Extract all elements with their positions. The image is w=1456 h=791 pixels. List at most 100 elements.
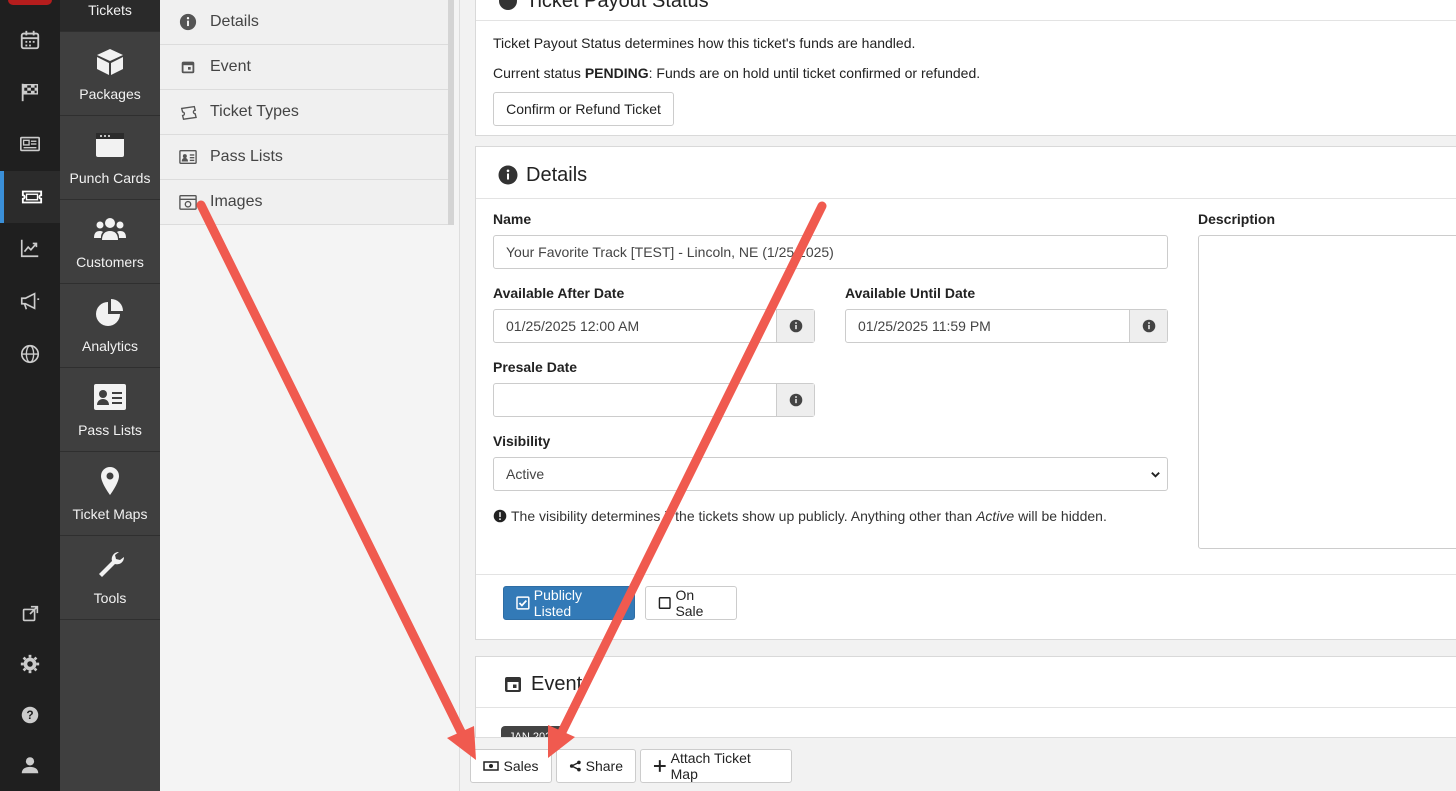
module-tools[interactable]: Tools bbox=[60, 536, 160, 620]
module-label: Tickets bbox=[88, 2, 132, 18]
section-nav-label: Details bbox=[210, 13, 259, 30]
name-label: Name bbox=[493, 211, 532, 227]
plus-icon bbox=[653, 760, 666, 772]
presale-label: Presale Date bbox=[493, 359, 578, 375]
module-label: Customers bbox=[76, 254, 144, 270]
payout-title: Ticket Payout Status bbox=[498, 0, 709, 13]
section-nav-label: Event bbox=[210, 58, 251, 75]
info-circle-icon bbox=[789, 319, 802, 333]
section-nav-label: Pass Lists bbox=[210, 148, 283, 165]
rail-tickets[interactable] bbox=[0, 171, 60, 223]
publicly-listed-toggle[interactable]: Publicly Listed bbox=[503, 586, 635, 620]
section-nav: Details Event Ticket Types Pass Lists Im… bbox=[160, 0, 460, 791]
info-circle-icon bbox=[498, 165, 518, 185]
section-nav-details[interactable]: Details bbox=[160, 0, 448, 45]
calendar-icon bbox=[505, 677, 521, 692]
section-nav-list: Details Event Ticket Types Pass Lists Im… bbox=[160, 0, 454, 225]
rail-analytics[interactable] bbox=[0, 222, 60, 274]
presale-info[interactable] bbox=[776, 384, 814, 416]
divider bbox=[476, 574, 1456, 575]
payout-panel: Ticket Payout Status Ticket Payout Statu… bbox=[475, 0, 1456, 136]
calendar-icon bbox=[20, 30, 40, 50]
rail-calendar[interactable] bbox=[0, 14, 60, 66]
newspaper-icon bbox=[20, 136, 40, 152]
divider bbox=[476, 707, 1456, 708]
rail-races[interactable] bbox=[0, 66, 60, 118]
section-nav-event[interactable]: Event bbox=[160, 45, 448, 90]
rail-marketing[interactable] bbox=[0, 275, 60, 327]
section-nav-label: Images bbox=[210, 193, 263, 210]
payout-status: Current status PENDING: Funds are on hol… bbox=[493, 65, 981, 81]
module-pass-lists[interactable]: Pass Lists bbox=[60, 368, 160, 452]
available-after-info[interactable] bbox=[776, 310, 814, 342]
info-circle-icon bbox=[789, 393, 802, 407]
megaphone-icon bbox=[20, 292, 40, 310]
available-until-input[interactable]: 01/25/2025 11:59 PM bbox=[845, 309, 1168, 343]
section-nav-label: Ticket Types bbox=[210, 103, 299, 120]
available-after-label: Available After Date bbox=[493, 285, 625, 301]
module-column: Tickets Packages Punch Cards Customers A… bbox=[60, 0, 160, 791]
visibility-select[interactable]: Active bbox=[493, 457, 1168, 491]
money-bill-icon bbox=[483, 761, 500, 771]
globe-icon bbox=[20, 344, 40, 364]
event-title: Event bbox=[503, 672, 582, 696]
sales-button[interactable]: Sales bbox=[470, 749, 552, 783]
module-tickets[interactable]: Tickets bbox=[60, 0, 160, 32]
module-label: Analytics bbox=[81, 338, 139, 354]
payout-description: Ticket Payout Status determines how this… bbox=[493, 35, 916, 51]
svg-text:?: ? bbox=[26, 708, 33, 722]
rail-account[interactable] bbox=[0, 739, 60, 791]
gear-icon bbox=[20, 654, 40, 674]
module-label: Pass Lists bbox=[78, 422, 142, 438]
external-link-icon bbox=[22, 605, 39, 622]
line-chart-icon bbox=[20, 239, 39, 258]
presale-input[interactable] bbox=[493, 383, 815, 417]
module-packages[interactable]: Packages bbox=[60, 32, 160, 116]
module-label: Ticket Maps bbox=[72, 506, 148, 522]
payout-status-value: PENDING bbox=[584, 65, 649, 81]
module-label: Packages bbox=[79, 86, 141, 102]
available-after-input[interactable]: 01/25/2025 12:00 AM bbox=[493, 309, 815, 343]
exclamation-circle-icon bbox=[493, 509, 507, 523]
ticket-outline-icon bbox=[180, 105, 197, 120]
module-customers[interactable]: Customers bbox=[60, 200, 160, 284]
share-button[interactable]: Share bbox=[556, 749, 636, 783]
question-circle-icon: ? bbox=[21, 706, 39, 724]
rail-help[interactable]: ? bbox=[0, 689, 60, 741]
image-icon bbox=[179, 195, 197, 210]
section-nav-images[interactable]: Images bbox=[160, 180, 448, 225]
available-until-info[interactable] bbox=[1129, 310, 1167, 342]
attach-ticket-map-button[interactable]: Attach Ticket Map bbox=[640, 749, 792, 783]
module-ticket-maps[interactable]: Ticket Maps bbox=[60, 452, 160, 536]
info-circle-icon bbox=[179, 13, 197, 31]
section-nav-ticket-types[interactable]: Ticket Types bbox=[160, 90, 448, 135]
description-textarea[interactable] bbox=[1198, 235, 1456, 549]
section-nav-pass-lists[interactable]: Pass Lists bbox=[160, 135, 448, 180]
divider bbox=[476, 20, 1456, 21]
users-icon bbox=[94, 218, 126, 240]
rail-news[interactable] bbox=[0, 118, 60, 170]
on-sale-toggle[interactable]: On Sale bbox=[645, 586, 737, 620]
box-icon bbox=[97, 49, 123, 75]
card-icon bbox=[96, 133, 124, 157]
checkered-flag-icon bbox=[21, 83, 39, 102]
rail-settings[interactable] bbox=[0, 638, 60, 690]
info-circle-icon bbox=[499, 0, 517, 10]
confirm-refund-button[interactable]: Confirm or Refund Ticket bbox=[493, 92, 674, 126]
module-punch-cards[interactable]: Punch Cards bbox=[60, 116, 160, 200]
share-icon bbox=[569, 760, 581, 772]
rail-external[interactable] bbox=[0, 588, 60, 640]
divider bbox=[476, 198, 1456, 199]
module-label: Punch Cards bbox=[69, 170, 151, 186]
module-analytics[interactable]: Analytics bbox=[60, 284, 160, 368]
user-icon bbox=[21, 757, 39, 774]
map-marker-icon bbox=[101, 467, 119, 495]
visibility-note: The visibility determines if the tickets… bbox=[493, 508, 1107, 524]
description-label: Description bbox=[1198, 211, 1276, 227]
ticket-icon bbox=[21, 190, 43, 204]
checkbox-checked-icon bbox=[516, 596, 530, 610]
main-content: Ticket Payout Status Ticket Payout Statu… bbox=[460, 0, 1456, 791]
calendar-icon bbox=[181, 61, 195, 74]
rail-website[interactable] bbox=[0, 328, 60, 380]
name-input[interactable]: Your Favorite Track [TEST] - Lincoln, NE… bbox=[493, 235, 1168, 269]
